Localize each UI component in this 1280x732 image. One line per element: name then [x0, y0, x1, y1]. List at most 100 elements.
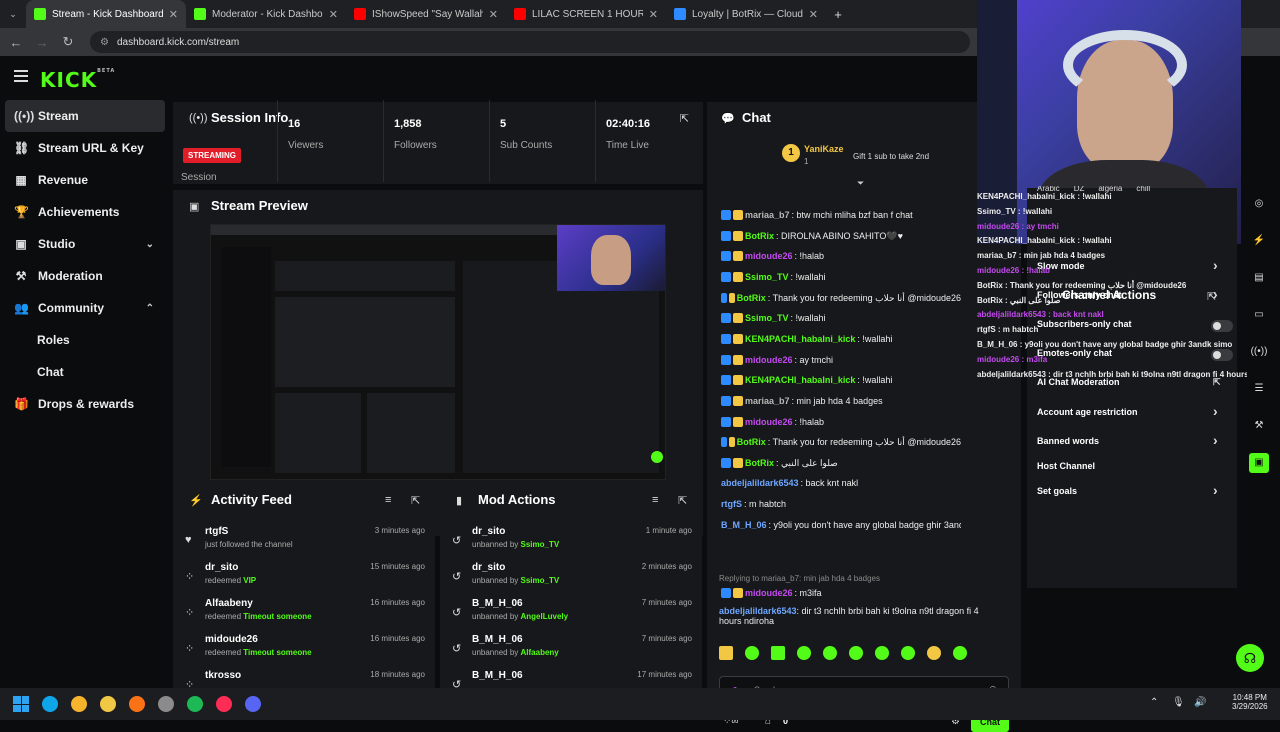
taskbar-app-icon[interactable]	[216, 696, 232, 712]
chat-username[interactable]: midoude26	[745, 251, 793, 261]
sidebar-item-revenue[interactable]: ▦ Revenue	[0, 164, 170, 196]
target-icon[interactable]: ◎	[1249, 194, 1269, 214]
emote-icon[interactable]	[875, 646, 889, 660]
close-tab-icon[interactable]: ✕	[649, 8, 658, 21]
mod-action-row[interactable]: ↺ B_M_H_06 unbanned by AngelLuvely 7 minute…	[440, 596, 702, 632]
hamburger-menu-icon[interactable]	[14, 70, 28, 82]
speaker-icon[interactable]: 🔊	[1194, 697, 1206, 708]
sidebar-item-studio[interactable]: ▣ Studio ⌄	[0, 228, 170, 260]
activity-user[interactable]: Alfaabeny	[205, 598, 253, 609]
chat-username[interactable]: BotRix	[737, 293, 766, 303]
emote-icon[interactable]	[953, 646, 967, 660]
chat-username[interactable]: BotRix	[745, 458, 774, 468]
app-icon[interactable]: ▣	[1249, 453, 1269, 473]
activity-row[interactable]: ⁘ dr_sito redeemed VIP 15 minutes ago	[173, 560, 435, 596]
mod-target-user[interactable]: B_M_H_06	[472, 670, 523, 681]
wrench-icon[interactable]: ⚒	[1249, 416, 1269, 436]
channel-action-banned-words[interactable]: Banned words ›	[1037, 432, 1227, 452]
gift-cta[interactable]: Gift 1 sub to take 2nd	[853, 152, 929, 161]
note-icon[interactable]: ▤	[1249, 268, 1269, 288]
back-icon[interactable]: ←	[8, 35, 24, 50]
mod-action-row[interactable]: ↺ dr_sito unbanned by Ssimo_TV 2 minutes ag…	[440, 560, 702, 596]
chat-message[interactable]: midoude26: m3ifa	[721, 586, 961, 600]
chat-username[interactable]: KEN4PACHI_habalni_kick	[745, 334, 855, 344]
windows-start-icon[interactable]	[13, 696, 29, 712]
emote-icon[interactable]	[745, 646, 759, 660]
browser-tab[interactable]: LILAC SCREEN 1 HOUR - YouTu ✕	[506, 0, 666, 28]
mod-target-user[interactable]: B_M_H_06	[472, 598, 523, 609]
mod-target-user[interactable]: dr_sito	[472, 562, 505, 573]
mod-target-user[interactable]: B_M_H_06	[472, 634, 523, 645]
close-tab-icon[interactable]: ✕	[329, 8, 338, 21]
close-tab-icon[interactable]: ✕	[169, 8, 178, 21]
taskbar-app-icon[interactable]	[71, 696, 87, 712]
chat-username[interactable]: Ssimo_TV	[745, 313, 789, 323]
url-field[interactable]: ⚙ dashboard.kick.com/stream	[90, 31, 970, 53]
close-tab-icon[interactable]: ✕	[809, 8, 818, 21]
chat-message[interactable]: KEN4PACHI_habalni_kick: !wallahi	[721, 373, 961, 387]
chat-message[interactable]: midoude26: !halab	[721, 415, 961, 429]
layers-icon[interactable]: ☰	[1249, 379, 1269, 399]
chat-username[interactable]: abdeljalildark6543	[721, 478, 799, 488]
taskbar-app-icon[interactable]	[42, 696, 58, 712]
chat-username[interactable]: BotRix	[737, 437, 766, 447]
clock[interactable]: 10:48 PM 3/29/2026	[1232, 693, 1268, 711]
browser-tab[interactable]: IShowSpeed "Say Wallahi" Sou ✕	[346, 0, 506, 28]
chat-message[interactable]: BotRix: صلوا على النبي	[721, 456, 961, 470]
browser-tab[interactable]: Loyalty | BotRix — Cloud Strean ✕	[666, 0, 826, 28]
chat-username[interactable]: rtgfS	[721, 499, 742, 509]
chat-message[interactable]: mariaa_b7: min jab hda 4 badges	[721, 394, 961, 408]
chat-username[interactable]: BotRix	[745, 231, 774, 241]
chat-message[interactable]: B_M_H_06: y9oli you don't have any globa…	[721, 518, 961, 532]
taskbar-app-icon[interactable]	[245, 696, 261, 712]
chat-message[interactable]: abdeljalildark6543: back knt nakl	[721, 476, 961, 490]
mod-action-row[interactable]: ↺ dr_sito unbanned by Ssimo_TV 1 minute ago	[440, 524, 702, 560]
mod-target-user[interactable]: dr_sito	[472, 526, 505, 537]
taskbar-app-icon[interactable]	[187, 696, 203, 712]
support-headset-icon[interactable]: ☊	[1236, 644, 1264, 672]
mic-tray-icon[interactable]: 🎙	[1172, 697, 1185, 708]
filter-icon[interactable]: ≡	[385, 494, 391, 506]
chat-message[interactable]: abdeljalildark6543: dir t3 nchlh brbi ba…	[719, 606, 999, 626]
chat-message[interactable]: Ssimo_TV: !wallahi	[721, 311, 961, 325]
emote-icon[interactable]	[927, 646, 941, 660]
chat-username[interactable]: mariaa_b7	[745, 210, 790, 220]
chat-message[interactable]: BotRix: Thank you for redeeming أنا حلاب…	[721, 435, 961, 449]
popout-icon[interactable]: ⇱	[678, 494, 687, 507]
chat-message[interactable]: BotRix: DIROLNA ABINO SAHITO🖤♥	[721, 229, 961, 243]
channel-action-set-goals[interactable]: Set goals ›	[1037, 482, 1227, 502]
taskbar-app-icon[interactable]	[129, 696, 145, 712]
chat-bubble-icon[interactable]: ▭	[1249, 305, 1269, 325]
chat-message[interactable]: BotRix: Thank you for redeeming أنا حلاب…	[721, 291, 961, 305]
sidebar-item-moderation[interactable]: ⚒ Moderation	[0, 260, 170, 292]
chat-username[interactable]: B_M_H_06	[721, 520, 767, 530]
chevron-up-icon[interactable]: ⌃	[146, 303, 154, 314]
emote-icon[interactable]	[771, 646, 785, 660]
sidebar-item-stream[interactable]: ((•)) Stream	[5, 100, 165, 132]
activity-row[interactable]: ⁘ Alfaabeny redeemed Timeout someone 16 min…	[173, 596, 435, 632]
sidebar-item-roles[interactable]: Roles	[0, 324, 170, 356]
taskbar-app-icon[interactable]	[100, 696, 116, 712]
chevron-down-icon[interactable]: ⌄	[146, 239, 154, 250]
new-tab-button[interactable]: +	[826, 7, 850, 22]
taskbar-app-icon[interactable]	[158, 696, 174, 712]
chat-message[interactable]: KEN4PACHI_habalni_kick: !wallahi	[721, 332, 961, 346]
broadcast-icon[interactable]: ((•))	[1249, 342, 1269, 362]
activity-user[interactable]: tkrosso	[205, 670, 241, 681]
sidebar-item-chat[interactable]: Chat	[0, 356, 170, 388]
forward-icon[interactable]: →	[34, 35, 50, 50]
channel-action-account-age-restriction[interactable]: Account age restriction ›	[1037, 403, 1227, 423]
stream-preview-video[interactable]	[210, 224, 666, 480]
emote-icon[interactable]	[797, 646, 811, 660]
scroll-down-icon[interactable]: ⏷	[857, 178, 864, 189]
sidebar-item-community[interactable]: 👥 Community ⌃	[0, 292, 170, 324]
tray-chevron-icon[interactable]: ⌃	[1150, 697, 1158, 708]
emote-icon[interactable]	[849, 646, 863, 660]
activity-user[interactable]: rtgfS	[205, 526, 228, 537]
chat-username[interactable]: midoude26	[745, 417, 793, 427]
site-info-icon[interactable]: ⚙	[100, 37, 109, 48]
chat-username[interactable]: mariaa_b7	[745, 396, 790, 406]
chat-message[interactable]: mariaa_b7: btw mchi mliha bzf ban f chat	[721, 208, 961, 222]
filter-icon[interactable]: ≡	[652, 494, 658, 506]
tab-search-icon[interactable]: ⌄	[0, 9, 26, 20]
